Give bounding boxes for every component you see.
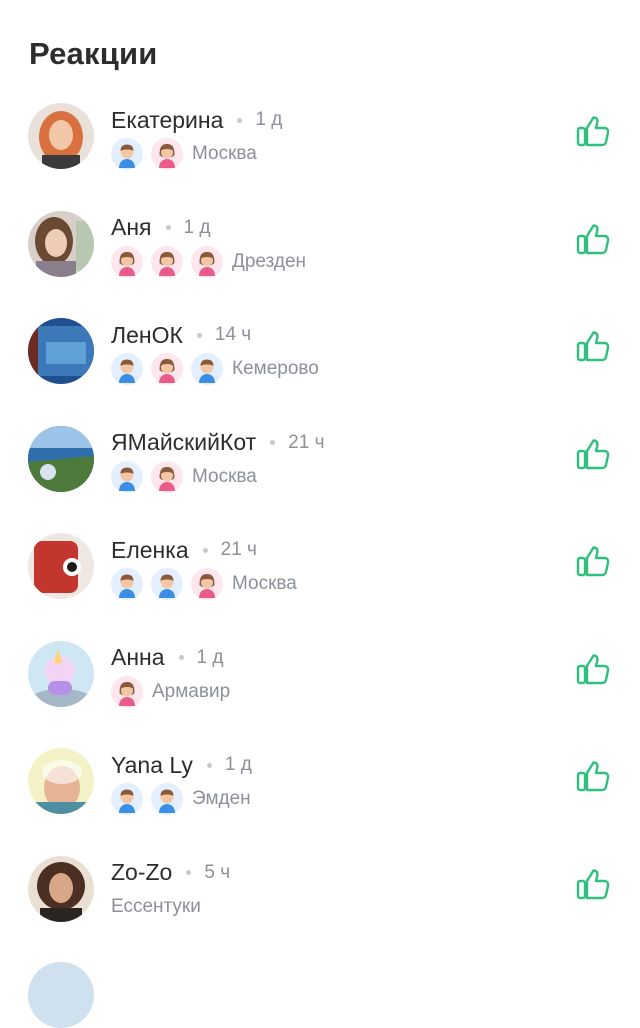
info-line: Ессентуки <box>111 890 201 924</box>
info-line: Эмден <box>111 782 251 816</box>
boy-icon <box>111 783 143 815</box>
user-name[interactable]: Аня <box>111 214 152 241</box>
user-name[interactable]: ЯМайскийКот <box>111 429 256 456</box>
name-line: Аня 1 д <box>111 214 210 242</box>
reaction-row[interactable]: Аня 1 д Дрезден <box>0 202 640 310</box>
user-city: Москва <box>192 465 257 487</box>
girl-icon <box>191 245 223 278</box>
avatar-partial[interactable] <box>28 962 94 1028</box>
girl-icon <box>111 675 143 708</box>
reaction-row[interactable]: Еленка 21 ч Москва <box>0 524 640 632</box>
reaction-row[interactable]: Екатерина 1 д Москва <box>0 94 640 202</box>
like-icon[interactable] <box>574 220 612 258</box>
user-city: Дрезден <box>232 250 307 272</box>
reactions-list: Екатерина 1 д Москва Аня 1 д Дрезден ЛенОК 14 ч… <box>0 94 640 954</box>
reaction-row[interactable]: Zo-Zo 5 ч Ессентуки <box>0 847 640 955</box>
name-line: ЯМайскийКот 21 ч <box>111 429 324 457</box>
user-city: Москва <box>192 143 257 164</box>
children-icons <box>111 568 231 600</box>
children-icons <box>111 460 191 493</box>
girl-icon <box>151 138 183 170</box>
user-city: Кемерово <box>232 358 319 379</box>
girl-icon <box>111 245 143 278</box>
reaction-time: 21 ч <box>288 431 325 453</box>
info-line: Москва <box>111 460 257 494</box>
user-city: Москва <box>232 573 297 594</box>
page-title: Реакции <box>29 36 158 71</box>
name-line: ЛенОК 14 ч <box>111 321 251 349</box>
name-line: Zo-Zo 5 ч <box>111 859 230 887</box>
children-icons <box>111 138 191 170</box>
reaction-time: 1 д <box>183 216 211 238</box>
reaction-time: 21 ч <box>220 539 257 560</box>
children-icons <box>111 675 151 708</box>
reaction-row[interactable]: ЯМайскийКот 21 ч Москва <box>0 417 640 525</box>
reaction-row[interactable]: ЛенОК 14 ч Кемерово <box>0 309 640 417</box>
reaction-time: 1 д <box>196 646 224 668</box>
like-icon[interactable] <box>574 112 612 150</box>
separator-dot <box>270 440 276 445</box>
separator-dot <box>165 225 171 230</box>
children-icons <box>111 245 231 278</box>
girl-icon <box>151 353 183 385</box>
like-icon[interactable] <box>574 650 612 688</box>
user-name[interactable]: Екатерина <box>111 107 223 134</box>
avatar-red-toy[interactable] <box>28 533 94 599</box>
reaction-time: 1 д <box>255 109 283 130</box>
user-name[interactable]: Zo-Zo <box>111 859 172 886</box>
avatar-unicorn[interactable] <box>28 640 94 707</box>
like-icon[interactable] <box>574 865 612 903</box>
reaction-row[interactable]: Yana Ly 1 д Эмден <box>0 739 640 847</box>
avatar-sea-landscape[interactable] <box>28 425 94 492</box>
user-name[interactable]: Анна <box>111 644 165 671</box>
girl-icon <box>151 460 183 493</box>
like-icon[interactable] <box>574 435 612 473</box>
separator-dot <box>186 870 192 875</box>
boy-icon <box>111 138 143 170</box>
avatar-redhead-woman[interactable] <box>28 103 94 169</box>
name-line: Анна 1 д <box>111 644 223 672</box>
user-city: Эмден <box>192 788 251 809</box>
name-line: Екатерина 1 д <box>111 106 282 134</box>
boy-icon <box>151 783 183 815</box>
info-line: Москва <box>111 567 297 601</box>
info-line: Армавир <box>111 675 230 709</box>
boy-icon <box>111 568 143 600</box>
separator-dot <box>206 762 212 768</box>
info-line: Москва <box>111 137 257 171</box>
separator-dot <box>237 117 243 123</box>
name-line: Yana Ly 1 д <box>111 751 252 779</box>
user-city: Армавир <box>152 680 231 702</box>
reaction-time: 5 ч <box>204 861 231 883</box>
avatar-curly-woman[interactable] <box>28 855 94 922</box>
separator-dot <box>202 547 208 553</box>
reaction-time: 14 ч <box>214 324 252 345</box>
children-icons <box>111 783 191 815</box>
children-icons <box>111 353 231 385</box>
info-line: Дрезден <box>111 245 306 279</box>
user-name[interactable]: Yana Ly <box>111 752 193 779</box>
avatar-blue-painting[interactable] <box>28 318 94 384</box>
avatar-woman-brown-hair[interactable] <box>28 210 94 277</box>
boy-icon <box>111 353 143 385</box>
girl-icon <box>191 568 223 600</box>
name-line: Еленка 21 ч <box>111 536 257 564</box>
like-icon[interactable] <box>574 327 612 365</box>
user-city: Ессентуки <box>111 895 201 917</box>
boy-icon <box>151 568 183 600</box>
boy-icon <box>191 353 223 385</box>
avatar-woman-glow[interactable] <box>28 748 94 814</box>
like-icon[interactable] <box>574 757 612 795</box>
boy-icon <box>111 460 143 493</box>
user-name[interactable]: ЛенОК <box>111 322 183 349</box>
girl-icon <box>151 245 183 278</box>
info-line: Кемерово <box>111 352 319 386</box>
reaction-time: 1 д <box>224 754 252 775</box>
user-name[interactable]: Еленка <box>111 537 189 564</box>
reaction-row[interactable]: Анна 1 д Армавир <box>0 632 640 740</box>
separator-dot <box>178 655 184 660</box>
like-icon[interactable] <box>574 542 612 580</box>
separator-dot <box>196 332 202 338</box>
